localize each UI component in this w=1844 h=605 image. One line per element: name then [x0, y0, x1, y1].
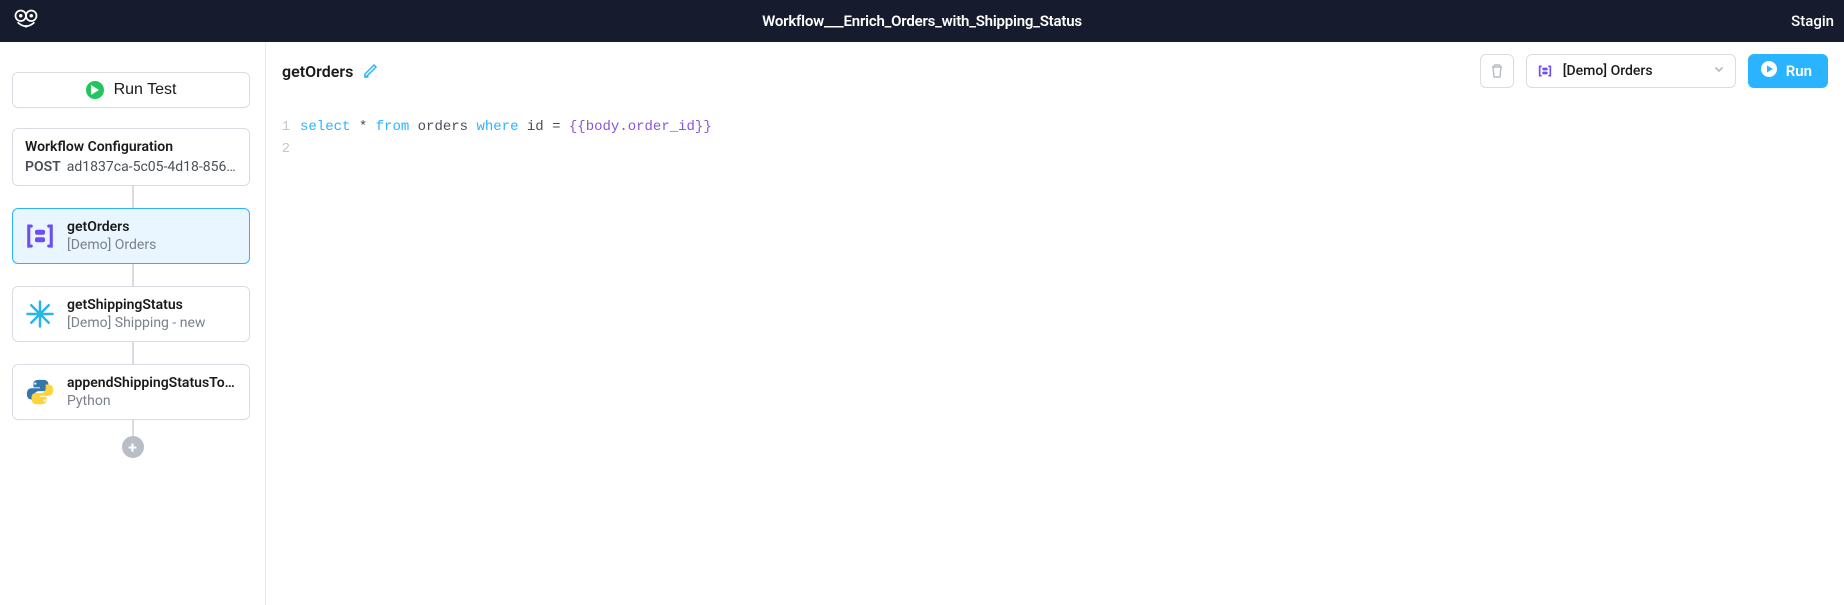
step-name-label: getShippingStatus [67, 297, 205, 313]
workflow-config-endpoint: POSTad1837ca-5c05-4d18-8562-... [25, 159, 237, 175]
step-name-label: appendShippingStatusToOr... [67, 375, 237, 391]
resource-select-text: [Demo] Orders [1563, 63, 1703, 79]
play-icon [86, 81, 104, 99]
play-circle-icon [1760, 60, 1778, 82]
environment-label[interactable]: Stagin [1791, 12, 1834, 30]
editor-line[interactable]: 1select * from orders where id = {{body.… [266, 116, 1844, 138]
editor-line[interactable]: 2 [266, 138, 1844, 160]
retool-bracket-icon [25, 221, 55, 251]
step-appendshippingstatus[interactable]: appendShippingStatusToOr... Python [12, 364, 250, 420]
line-number: 1 [266, 116, 300, 138]
step-resource-label: [Demo] Shipping - new [67, 315, 205, 331]
main-header: getOrders [266, 42, 1844, 98]
run-button[interactable]: Run [1748, 54, 1828, 88]
app-header: Workflow___Enrich_Orders_with_Shipping_S… [0, 0, 1844, 42]
step-connector [132, 342, 134, 364]
plus-icon: + [128, 438, 137, 457]
chevron-down-icon [1713, 63, 1725, 79]
code-content[interactable]: select * from orders where id = {{body.o… [300, 116, 712, 138]
retool-logo-icon [12, 7, 40, 35]
run-test-button[interactable]: Run Test [12, 72, 250, 108]
workflow-title: Workflow___Enrich_Orders_with_Shipping_S… [762, 12, 1082, 30]
python-icon [25, 377, 55, 407]
run-test-label: Run Test [114, 81, 177, 99]
step-connector [132, 264, 134, 286]
line-number: 2 [266, 138, 300, 160]
step-resource-label: [Demo] Orders [67, 237, 156, 253]
step-getorders[interactable]: getOrders [Demo] Orders [12, 208, 250, 264]
delete-button[interactable] [1480, 54, 1514, 88]
workflow-config-card[interactable]: Workflow Configuration POSTad1837ca-5c05… [12, 128, 250, 186]
retool-bracket-icon [1537, 63, 1553, 79]
run-button-label: Run [1786, 62, 1812, 80]
step-connector [132, 186, 134, 208]
edit-icon[interactable] [363, 63, 379, 79]
query-title: getOrders [282, 62, 353, 81]
main-panel: getOrders [266, 42, 1844, 605]
snowflake-icon [25, 299, 55, 329]
sidebar: Run Test Workflow Configuration POSTad18… [0, 42, 266, 605]
step-getshippingstatus[interactable]: getShippingStatus [Demo] Shipping - new [12, 286, 250, 342]
step-name-label: getOrders [67, 219, 156, 235]
step-connector [132, 420, 134, 436]
step-resource-label: Python [67, 393, 237, 409]
resource-select[interactable]: [Demo] Orders [1526, 54, 1736, 88]
workflow-config-title: Workflow Configuration [25, 139, 237, 155]
code-editor[interactable]: 1select * from orders where id = {{body.… [266, 98, 1844, 605]
add-step-button[interactable]: + [122, 436, 144, 458]
trash-icon [1489, 63, 1505, 79]
